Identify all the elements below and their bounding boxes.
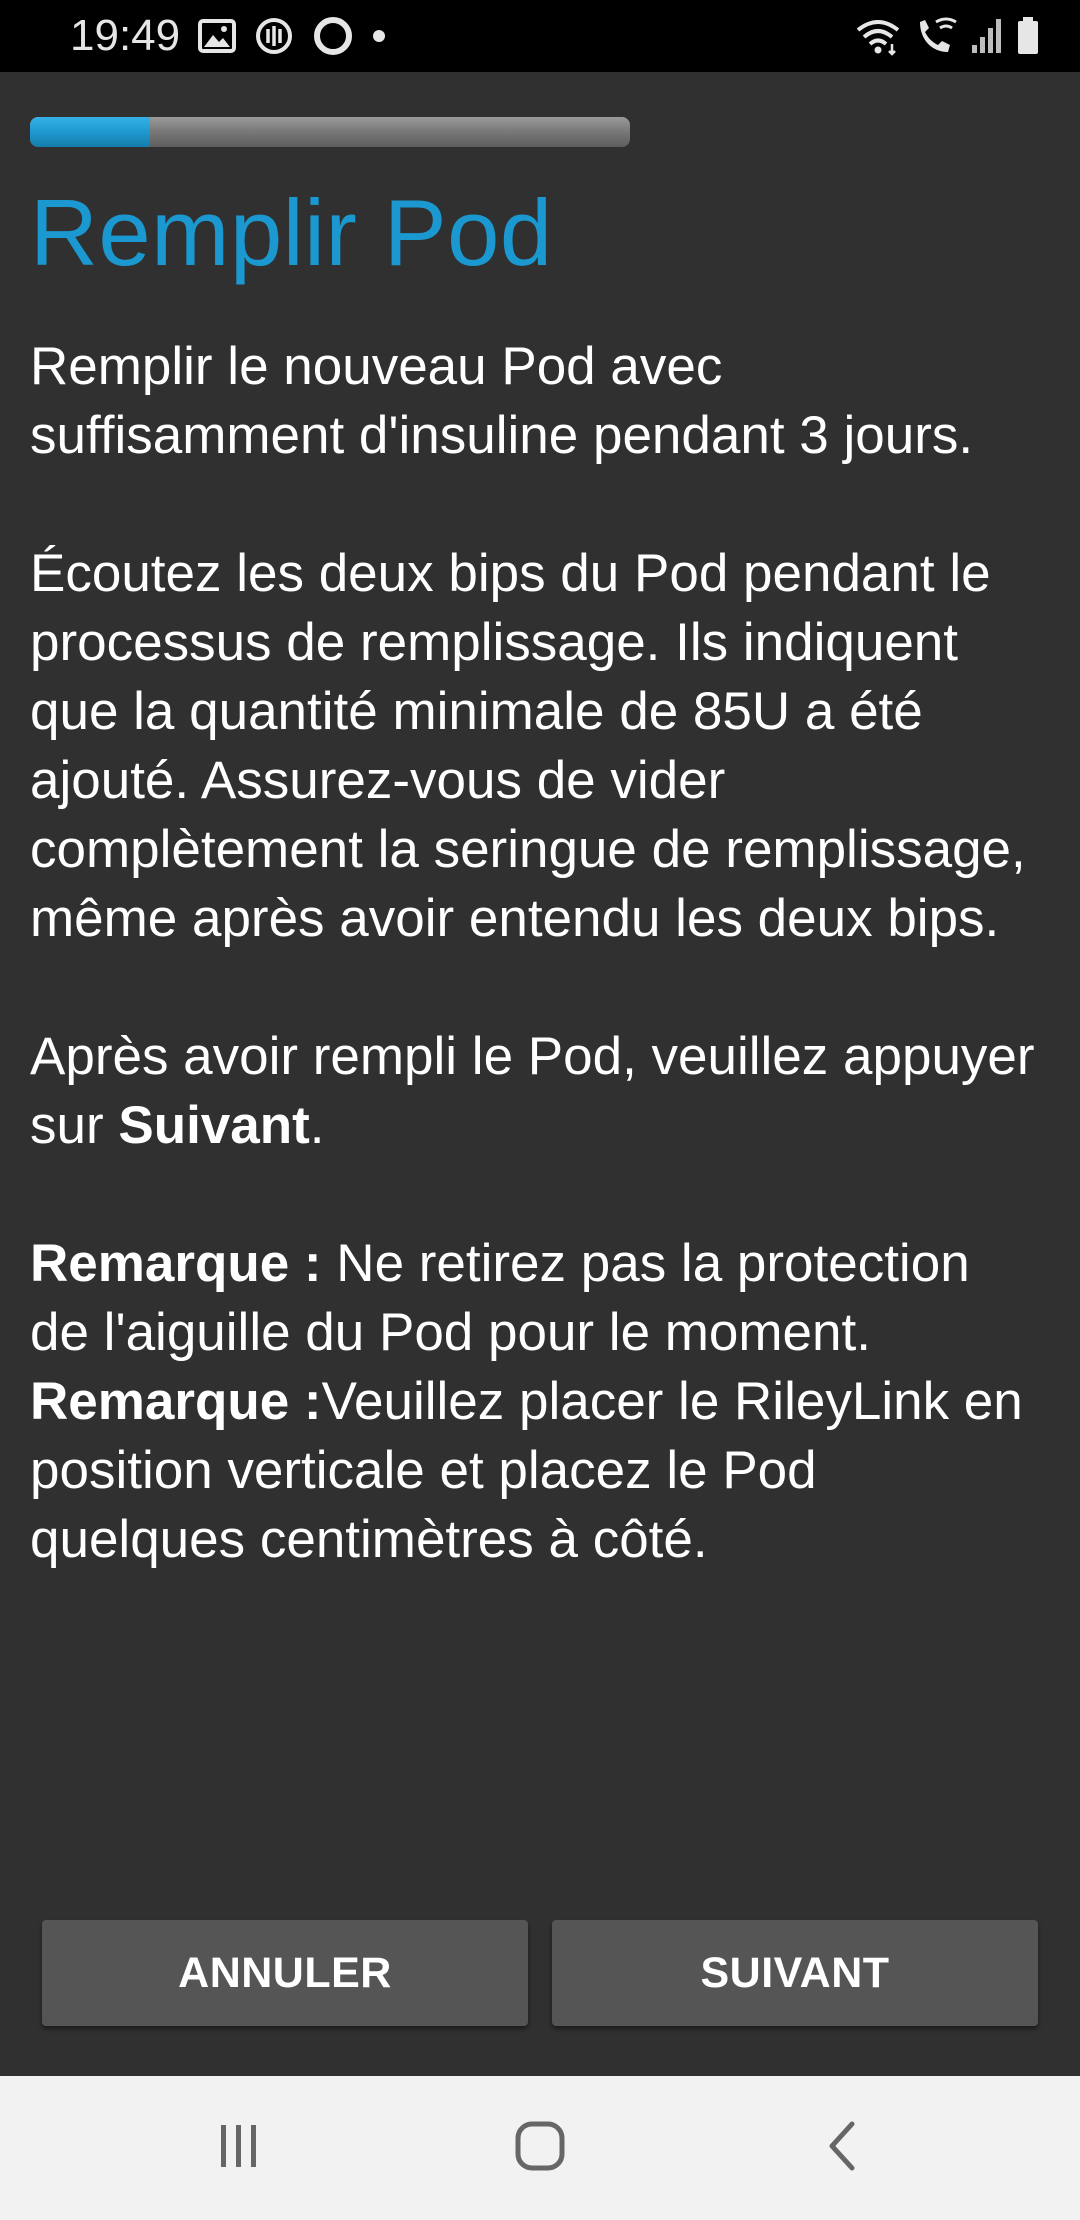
cancel-button[interactable]: ANNULER [42,1920,528,2026]
note-2: Remarque :Veuillez placer le RileyLink e… [30,1367,1040,1574]
next-button[interactable]: SUIVANT [552,1920,1038,2026]
status-time: 19:49 [70,11,181,60]
screen: 19:49 Remplir Pod Remplir le nouveau Pod… [0,0,1080,2220]
page-title: Remplir Pod [30,180,553,285]
recent-apps-icon [214,2122,264,2175]
circle-icon [312,15,354,57]
back-button[interactable] [742,2076,942,2220]
home-icon [514,2120,566,2177]
instruction-paragraph-3-suffix: . [309,1096,325,1155]
progress-bar [30,117,630,147]
status-left-icons [198,14,386,58]
battery-icon [1016,16,1040,56]
back-icon [824,2120,860,2177]
instruction-paragraph-3: Après avoir rempli le Pod, veuillez appu… [30,1022,1040,1160]
note-1-label: Remarque : [30,1234,322,1293]
signal-icon [970,17,1004,55]
navigation-bar [0,2076,1080,2220]
image-icon [198,19,236,53]
wifi-icon [854,16,902,56]
next-keyword: Suivant [118,1096,310,1155]
recent-apps-button[interactable] [139,2076,339,2220]
data-saver-icon [254,16,294,56]
wifi-calling-icon [914,16,958,56]
instruction-paragraph-1: Remplir le nouveau Pod avec suffisamment… [30,337,974,465]
status-right-icons [854,14,1040,58]
progress-fill [30,117,150,147]
button-row: ANNULER SUIVANT [42,1920,1038,2026]
instructions: Remplir le nouveau Pod avec suffisamment… [30,332,1040,1574]
dot-icon [372,29,386,43]
note-2-label: Remarque : [30,1372,322,1431]
status-bar: 19:49 [0,0,1080,72]
instruction-paragraph-2: Écoutez les deux bips du Pod pendant le … [30,544,1026,948]
note-1: Remarque : Ne retirez pas la protection … [30,1229,1040,1367]
home-button[interactable] [440,2076,640,2220]
